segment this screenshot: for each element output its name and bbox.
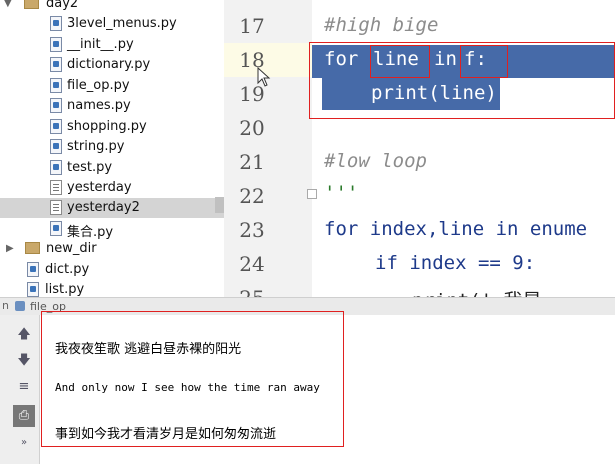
chevron-right-icon[interactable]: ▶ — [6, 243, 14, 254]
soft-wrap-icon[interactable]: ≡ — [14, 377, 34, 397]
folder-label: day2 — [46, 0, 79, 11]
project-tree: ▼ day2 3level_menus.py __init__.py dicti… — [0, 0, 224, 297]
more-icon[interactable]: » — [14, 433, 34, 453]
text-file-icon — [50, 180, 62, 195]
run-toolbar: 🡅 🡇 ≡ ⤓ ⎙ » — [0, 315, 40, 464]
file-label: yesterday — [67, 180, 132, 195]
file-label: file_op.py — [67, 78, 130, 93]
code-docstring: ''' — [324, 182, 359, 204]
code-for-enumerate: for index,line in enume — [324, 218, 588, 240]
python-file-icon — [50, 57, 62, 72]
file-label: string.py — [67, 139, 125, 154]
tree-file[interactable]: yesterday — [0, 178, 224, 198]
line-number: 20 — [239, 116, 265, 140]
code-comment: #high bige — [324, 14, 439, 36]
fold-marker-icon[interactable] — [307, 189, 317, 199]
folder-new-dir[interactable]: ▶ new_dir — [0, 239, 224, 259]
file-label: test.py — [67, 160, 113, 175]
file-label: __init__.py — [67, 37, 134, 52]
annotation-box-f — [460, 45, 508, 78]
line-number: 19 — [239, 82, 265, 106]
file-label: shopping.py — [67, 119, 147, 134]
python-file-icon — [50, 16, 62, 31]
file-label: list.py — [45, 282, 85, 297]
line-number: 18 — [239, 48, 265, 72]
file-label: dict.py — [45, 262, 90, 277]
annotation-box-line — [370, 45, 430, 78]
line-number: 22 — [239, 184, 265, 208]
file-label: yesterday2 — [67, 200, 140, 215]
python-file-icon — [50, 119, 62, 134]
tree-file-selected[interactable]: yesterday2 — [0, 198, 224, 218]
tree-file[interactable]: dict.py — [0, 260, 224, 280]
tree-scrollbar[interactable] — [215, 197, 224, 213]
arrow-up-icon[interactable]: 🡅 — [14, 325, 34, 345]
line-number: 24 — [239, 252, 265, 276]
file-label: 3level_menus.py — [67, 16, 177, 31]
line-number: 17 — [239, 14, 265, 38]
python-file-icon — [50, 139, 62, 154]
file-label: dictionary.py — [67, 57, 151, 72]
tree-file[interactable]: 3level_menus.py — [0, 14, 224, 34]
mouse-pointer-icon — [257, 67, 271, 87]
line-number: 23 — [239, 218, 265, 242]
tree-file[interactable]: 集合.py — [0, 219, 224, 240]
code-if-index: if index == 9: — [375, 252, 536, 274]
tree-file[interactable]: file_op.py — [0, 76, 224, 96]
tree-file[interactable]: dictionary.py — [0, 55, 224, 75]
arrow-down-icon[interactable]: 🡇 — [14, 351, 34, 371]
python-file-icon — [50, 221, 62, 236]
python-file-icon — [27, 262, 39, 277]
folder-label: new_dir — [46, 241, 97, 256]
folder-icon — [25, 242, 40, 254]
text-file-icon — [50, 200, 62, 215]
tree-file[interactable]: test.py — [0, 158, 224, 178]
chevron-down-icon[interactable]: ▼ — [4, 0, 12, 9]
file-label: names.py — [67, 98, 131, 113]
tree-file[interactable]: list.py — [0, 280, 224, 297]
python-run-icon — [15, 301, 25, 311]
python-file-icon — [50, 37, 62, 52]
python-file-icon — [50, 78, 62, 93]
python-file-icon — [27, 282, 39, 297]
python-file-icon — [50, 98, 62, 113]
annotation-box-output — [41, 311, 344, 447]
python-file-icon — [50, 160, 62, 175]
tree-file[interactable]: names.py — [0, 96, 224, 116]
print-icon[interactable]: ⎙ — [13, 405, 35, 427]
run-label-fragment: n — [2, 299, 9, 312]
line-number: 21 — [239, 150, 265, 174]
tree-file[interactable]: __init__.py — [0, 35, 224, 55]
tree-file[interactable]: string.py — [0, 137, 224, 157]
folder-icon — [24, 0, 39, 9]
tree-file[interactable]: shopping.py — [0, 117, 224, 137]
folder-day2[interactable]: ▼ day2 — [0, 0, 224, 14]
code-comment: #low loop — [324, 150, 427, 172]
file-label: 集合.py — [67, 225, 114, 240]
